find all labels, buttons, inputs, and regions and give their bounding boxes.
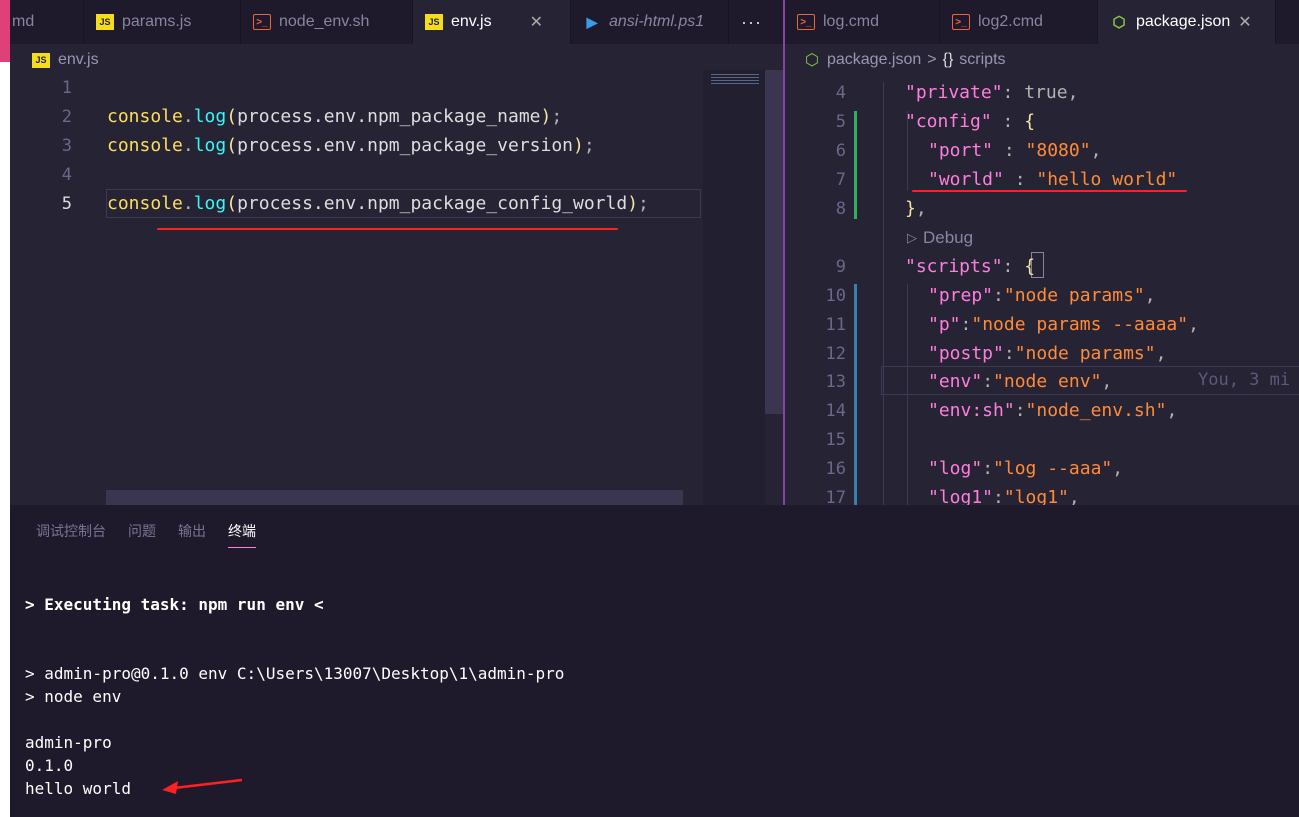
line-number: 10 xyxy=(825,286,846,306)
panel-tabs: 调试控制台 问题 输出 终端 xyxy=(36,521,256,548)
indent-guide xyxy=(883,82,884,506)
code-line: console.log(process.env.npm_package_conf… xyxy=(107,193,649,214)
breadcrumb-separator: > xyxy=(927,51,937,68)
debug-codelens[interactable]: ▷ Debug xyxy=(907,228,973,248)
terminal-line: > Executing task: npm run env < xyxy=(25,595,324,614)
braces-icon: {} xyxy=(942,51,954,68)
git-modified-indicator xyxy=(854,284,857,506)
tabbar-right: >_ log.cmd >_ log2.cmd ⬡ package.json ✕ xyxy=(785,0,1299,44)
line-number: 6 xyxy=(835,141,846,161)
code-line: "env":"node env", xyxy=(928,371,1113,392)
code-line: console.log(process.env.npm_package_name… xyxy=(107,106,563,127)
tab-label: params.js xyxy=(122,13,192,30)
code-line: "postp":"node params", xyxy=(928,343,1167,364)
tab-output[interactable]: 输出 xyxy=(178,521,206,548)
tab-env-js[interactable]: JS env.js ✕ xyxy=(413,0,571,44)
terminal-icon: >_ xyxy=(952,14,970,30)
nodejs-icon: ⬡ xyxy=(805,52,819,69)
code-line: "log":"log --aaa", xyxy=(928,458,1124,479)
horizontal-scrollbar[interactable] xyxy=(106,490,683,505)
terminal-line: admin-pro xyxy=(25,733,112,752)
tab-label: package.json xyxy=(1136,13,1231,30)
line-number: 9 xyxy=(835,257,846,277)
bottom-panel: 调试控制台 问题 输出 终端 xyxy=(10,505,1299,817)
tab-ansi-html-ps1[interactable]: ▶ ansi-html.ps1 xyxy=(571,0,729,44)
tab-debug-console[interactable]: 调试控制台 xyxy=(36,521,106,548)
git-blame-annotation: You, 3 mi xyxy=(1198,370,1291,390)
code-line: }, xyxy=(905,198,927,219)
tab-package-json[interactable]: ⬡ package.json ✕ xyxy=(1098,0,1276,44)
tab-label: env.js xyxy=(451,13,492,30)
terminal-icon: >_ xyxy=(253,14,271,30)
js-icon: JS xyxy=(32,52,50,68)
window-edge-accent xyxy=(0,0,10,62)
more-icon: ··· xyxy=(741,11,762,32)
line-number: 5 xyxy=(835,112,846,132)
js-icon: JS xyxy=(425,14,443,30)
breadcrumb-section[interactable]: scripts xyxy=(959,51,1005,69)
code-line: "env:sh":"node_env.sh", xyxy=(928,400,1178,421)
breadcrumb-file[interactable]: package.json xyxy=(827,51,921,69)
vertical-scrollbar[interactable] xyxy=(765,70,783,414)
code-line: "scripts": { xyxy=(905,256,1036,277)
code-line: "p":"node params --aaaa", xyxy=(928,314,1199,335)
code-line: "config" : { xyxy=(905,111,1036,132)
tab-label: log2.cmd xyxy=(978,13,1043,30)
window-edge xyxy=(0,0,10,817)
line-number: 13 xyxy=(825,372,846,392)
annotation-underline xyxy=(912,190,1187,192)
nodejs-icon: ⬡ xyxy=(1112,14,1126,31)
line-number: 7 xyxy=(835,170,846,190)
editor-split-divider[interactable] xyxy=(783,0,785,505)
terminal-line: > admin-pro@0.1.0 env C:\Users\13007\Des… xyxy=(25,664,565,683)
terminal-line: 0.1.0 xyxy=(25,756,74,775)
tab-log2-cmd[interactable]: >_ log2.cmd xyxy=(940,0,1098,44)
line-number: 2 xyxy=(61,107,72,127)
tab-node-env-sh[interactable]: >_ node_env.sh xyxy=(241,0,413,44)
close-icon[interactable]: ✕ xyxy=(530,12,543,32)
js-icon: JS xyxy=(96,14,114,30)
indent-guide xyxy=(907,284,908,506)
code-line: "world" : "hello world" xyxy=(928,169,1178,190)
line-number: 15 xyxy=(825,430,846,450)
tab-label: node_env.sh xyxy=(279,13,370,30)
code-line: "prep":"node params", xyxy=(928,285,1156,306)
line-number: 8 xyxy=(835,199,846,219)
git-added-indicator xyxy=(854,111,857,219)
tab-label: ansi-html.ps1 xyxy=(609,13,705,30)
tabbar-left: md JS params.js >_ node_env.sh JS env.js… xyxy=(10,0,783,44)
line-number: 16 xyxy=(825,459,846,479)
code-line: "port" : "8080", xyxy=(928,140,1102,161)
tab-terminal[interactable]: 终端 xyxy=(228,521,256,548)
breadcrumb-file[interactable]: env.js xyxy=(58,51,99,69)
tab-params-js-content[interactable]: JS params.js xyxy=(84,0,241,44)
tab-problems[interactable]: 问题 xyxy=(128,521,156,548)
terminal-line: hello world xyxy=(25,779,131,798)
line-number: 1 xyxy=(61,78,72,98)
codelens-label: Debug xyxy=(923,228,974,247)
line-number: 5 xyxy=(61,194,72,214)
breadcrumb-right: ⬡ package.json > {} scripts xyxy=(805,44,1006,76)
tab-label: log.cmd xyxy=(823,13,880,30)
close-icon[interactable]: ✕ xyxy=(1238,12,1251,32)
line-number: 4 xyxy=(61,165,72,185)
more-tabs-button[interactable]: ··· xyxy=(729,0,779,44)
minimap[interactable] xyxy=(703,70,765,506)
line-number: 4 xyxy=(835,83,846,103)
line-number: 12 xyxy=(825,344,846,364)
line-number: 3 xyxy=(61,136,72,156)
code-line: "private": true, xyxy=(905,82,1079,103)
minimap-content xyxy=(711,74,759,86)
line-number: 14 xyxy=(825,401,846,421)
tab-log-cmd[interactable]: >_ log.cmd xyxy=(785,0,940,44)
terminal-line: > node env xyxy=(25,687,122,706)
annotation-arrow xyxy=(162,778,243,794)
terminal-icon: >_ xyxy=(797,14,815,30)
play-icon: ▷ xyxy=(907,230,917,245)
powershell-icon: ▶ xyxy=(586,13,598,30)
breadcrumb-left: JS env.js xyxy=(32,44,99,76)
line-number: 11 xyxy=(825,315,846,335)
code-line: console.log(process.env.npm_package_vers… xyxy=(107,135,595,156)
annotation-underline xyxy=(157,228,618,230)
